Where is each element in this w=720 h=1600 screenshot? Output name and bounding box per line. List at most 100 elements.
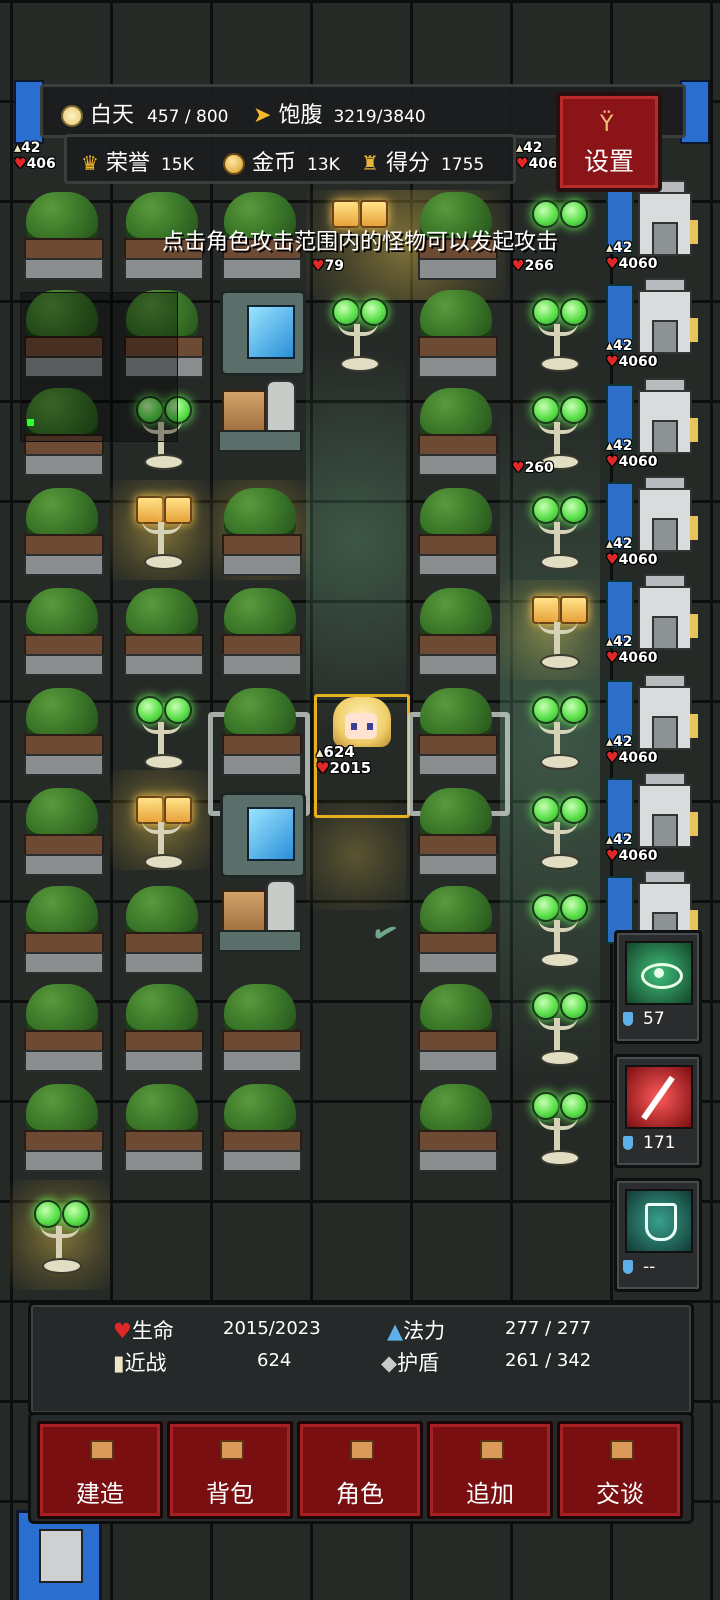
enemy-hp-label: ♥79 xyxy=(312,258,345,274)
eye-icon xyxy=(625,941,693,1005)
orange-lamp[interactable] xyxy=(112,484,212,584)
bush-plant[interactable] xyxy=(112,1080,212,1180)
hint-text: 点击角色攻击范围内的怪物可以发起攻击 xyxy=(161,230,558,255)
bush-plant[interactable] xyxy=(112,980,212,1080)
edge-stats: ▴42 ♥406 xyxy=(516,140,558,172)
green-lamp[interactable] xyxy=(308,286,408,386)
mp-label: ▲法力 xyxy=(387,1319,446,1343)
talk-button[interactable]: 交谈 xyxy=(557,1421,683,1519)
heart-icon: ♥ xyxy=(113,1319,132,1343)
bush-plant[interactable] xyxy=(210,484,310,584)
green-lamp[interactable] xyxy=(508,784,608,884)
coin-icon xyxy=(223,153,245,175)
bush-plant[interactable] xyxy=(12,584,112,684)
green-lamp[interactable] xyxy=(508,882,608,982)
sword-small-icon: ▮ xyxy=(113,1351,125,1375)
skill-sword-button[interactable]: 171 xyxy=(614,1054,702,1168)
character-icon xyxy=(350,1440,374,1460)
green-lamp[interactable] xyxy=(508,286,608,386)
settings-button[interactable]: Ÿ 设置 xyxy=(556,92,662,192)
bush-plant[interactable] xyxy=(406,384,506,484)
minimap[interactable] xyxy=(20,292,178,442)
bush-plant[interactable] xyxy=(12,784,112,884)
mana-potion-icon xyxy=(623,1260,633,1274)
shield-label: ◆护盾 xyxy=(381,1351,440,1375)
bush-plant[interactable] xyxy=(12,1080,112,1180)
orange-lamp[interactable] xyxy=(112,784,212,884)
bush-plant[interactable] xyxy=(406,286,506,386)
skill-shield-button[interactable]: -- xyxy=(614,1178,702,1292)
enemy-hp-label: ♥260 xyxy=(512,460,554,476)
bottom-nav: 建造 背包 角色 追加 交谈 xyxy=(28,1412,694,1524)
bag-button[interactable]: 背包 xyxy=(167,1421,293,1519)
mana-icon: ▲ xyxy=(387,1319,404,1343)
mp-value: 277 / 277 xyxy=(505,1318,592,1339)
bush-plant[interactable] xyxy=(406,784,506,884)
green-lamp[interactable] xyxy=(508,684,608,784)
move-arrow-icon[interactable]: ✔ xyxy=(367,913,403,954)
hunger-indicator: ➤ 饱腹 3219/3840 xyxy=(253,103,426,128)
honor-indicator: ♛ 荣誉 15K xyxy=(81,151,194,176)
bush-plant[interactable] xyxy=(12,980,112,1080)
character-button[interactable]: 角色 xyxy=(297,1421,423,1519)
shield-value: 261 / 342 xyxy=(505,1350,592,1371)
build-button[interactable]: 建造 xyxy=(37,1421,163,1519)
character-status-panel: ♥生命 2015/2023 ▲法力 277 / 277 ▮近战 624 ◆护盾 … xyxy=(28,1302,694,1416)
vending-machine[interactable] xyxy=(220,792,306,878)
crate-machine[interactable] xyxy=(218,376,302,452)
tower-stats: ▴42 ♥4060 xyxy=(606,634,658,666)
green-lamp[interactable] xyxy=(10,1188,110,1288)
hero-stats: ▴624 ♥2015 xyxy=(316,743,372,777)
bush-plant[interactable] xyxy=(112,584,212,684)
tower-stats: ▴42 ♥4060 xyxy=(606,338,658,370)
tower-stats: ▴42 ♥4060 xyxy=(606,832,658,864)
tower-stats: ▴42 ♥4060 xyxy=(606,536,658,568)
mana-potion-icon xyxy=(623,1012,633,1026)
bush-plant[interactable] xyxy=(112,882,212,982)
crate-machine[interactable] xyxy=(218,876,302,952)
bush-plant[interactable] xyxy=(406,684,506,784)
day-indicator: 白天 457 / 800 xyxy=(61,97,228,129)
bush-plant[interactable] xyxy=(210,584,310,684)
bush-plant[interactable] xyxy=(406,980,506,1080)
score-indicator: ♜ 得分 1755 xyxy=(361,151,485,176)
edge-stats: ▴42 ♥406 xyxy=(14,140,56,172)
melee-label: ▮近战 xyxy=(113,1351,167,1375)
bush-plant[interactable] xyxy=(12,484,112,584)
bush-plant[interactable] xyxy=(406,484,506,584)
bag-icon xyxy=(220,1440,244,1460)
melee-value: 624 xyxy=(257,1350,292,1371)
bush-plant[interactable] xyxy=(210,1080,310,1180)
vending-machine[interactable] xyxy=(220,290,306,376)
hp-label: ♥生命 xyxy=(113,1319,174,1343)
tower-stats: ▴42 ♥4060 xyxy=(606,438,658,470)
mana-potion-icon xyxy=(623,1136,633,1150)
enemy-hp-label: ♥266 xyxy=(512,258,554,274)
bush-plant[interactable] xyxy=(12,684,112,784)
trophy-icon: ♜ xyxy=(361,151,379,175)
green-lamp[interactable] xyxy=(508,484,608,584)
bush-plant[interactable] xyxy=(406,882,506,982)
crown-icon: ♛ xyxy=(81,151,99,175)
bush-plant[interactable] xyxy=(210,684,310,784)
build-icon xyxy=(90,1440,114,1460)
green-lamp[interactable] xyxy=(508,1080,608,1180)
wrench-icon: Ÿ xyxy=(600,112,614,137)
settings-label: 设置 xyxy=(583,147,634,176)
add-button[interactable]: 追加 xyxy=(427,1421,553,1519)
hp-value: 2015/2023 xyxy=(223,1318,321,1339)
resource-bar: ♛ 荣誉 15K 金币 13K ♜ 得分 1755 xyxy=(64,134,516,184)
bush-plant[interactable] xyxy=(12,882,112,982)
minimap-player-marker xyxy=(27,419,34,426)
bush-plant[interactable] xyxy=(210,980,310,1080)
bush-plant[interactable] xyxy=(406,1080,506,1180)
hunger-icon: ➤ xyxy=(253,103,272,128)
bush-plant[interactable] xyxy=(406,584,506,684)
plus-icon xyxy=(480,1440,504,1460)
green-lamp[interactable] xyxy=(112,684,212,784)
tower-stats: ▴42 ♥4060 xyxy=(606,734,658,766)
green-lamp[interactable] xyxy=(508,980,608,1080)
speech-icon xyxy=(610,1440,634,1460)
orange-lamp[interactable] xyxy=(508,584,608,684)
skill-eye-button[interactable]: 57 xyxy=(614,930,702,1044)
